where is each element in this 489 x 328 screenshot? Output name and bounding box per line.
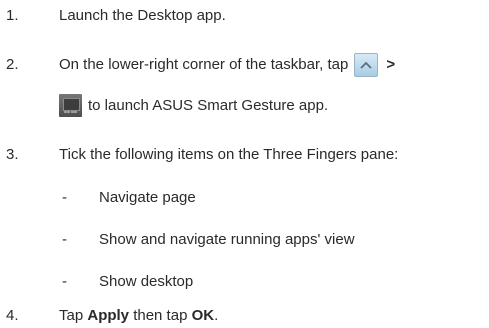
list-item-text: Navigate page bbox=[99, 189, 196, 206]
step-3: 3. Tick the following items on the Three… bbox=[0, 145, 489, 165]
chevron-up-icon bbox=[360, 61, 372, 69]
list-item: - Show and navigate running apps' view bbox=[0, 230, 489, 250]
apply-label: Apply bbox=[87, 307, 130, 324]
bullet: - bbox=[62, 273, 67, 290]
list-item: - Show desktop bbox=[0, 272, 489, 292]
step-text: Launch the Desktop app. bbox=[59, 7, 226, 24]
step-2-continued: to launch ASUS Smart Gesture app. bbox=[59, 94, 328, 117]
bullet: - bbox=[62, 189, 67, 206]
step-number: 2. bbox=[6, 56, 19, 73]
step-text: On the lower-right corner of the taskbar… bbox=[59, 56, 349, 73]
step-number: 3. bbox=[6, 146, 19, 163]
text-prefix: Tap bbox=[59, 307, 88, 324]
ok-label: OK bbox=[191, 307, 215, 324]
step-text: Tap Apply then tap OK. bbox=[59, 306, 218, 326]
text-suffix: . bbox=[214, 307, 219, 324]
instruction-list: 1. Launch the Desktop app. 2. On the low… bbox=[0, 0, 489, 328]
step-1: 1. Launch the Desktop app. bbox=[0, 6, 489, 26]
show-hidden-icons-button[interactable] bbox=[354, 53, 379, 77]
step-text: to launch ASUS Smart Gesture app. bbox=[88, 96, 329, 114]
bullet: - bbox=[62, 231, 67, 248]
list-item-text: Show desktop bbox=[99, 273, 194, 290]
touchpad-gesture-icon[interactable] bbox=[59, 94, 82, 117]
step-text: Tick the following items on the Three Fi… bbox=[59, 146, 399, 163]
separator: > bbox=[386, 56, 396, 73]
step-2: 2. On the lower-right corner of the task… bbox=[0, 53, 489, 77]
text-middle: then tap bbox=[129, 307, 192, 324]
list-item-text: Show and navigate running apps' view bbox=[99, 231, 355, 248]
list-item: - Navigate page bbox=[0, 188, 489, 208]
step-number: 1. bbox=[6, 7, 19, 24]
step-number: 4. bbox=[6, 307, 19, 324]
step-4: 4. Tap Apply then tap OK. bbox=[0, 306, 489, 326]
